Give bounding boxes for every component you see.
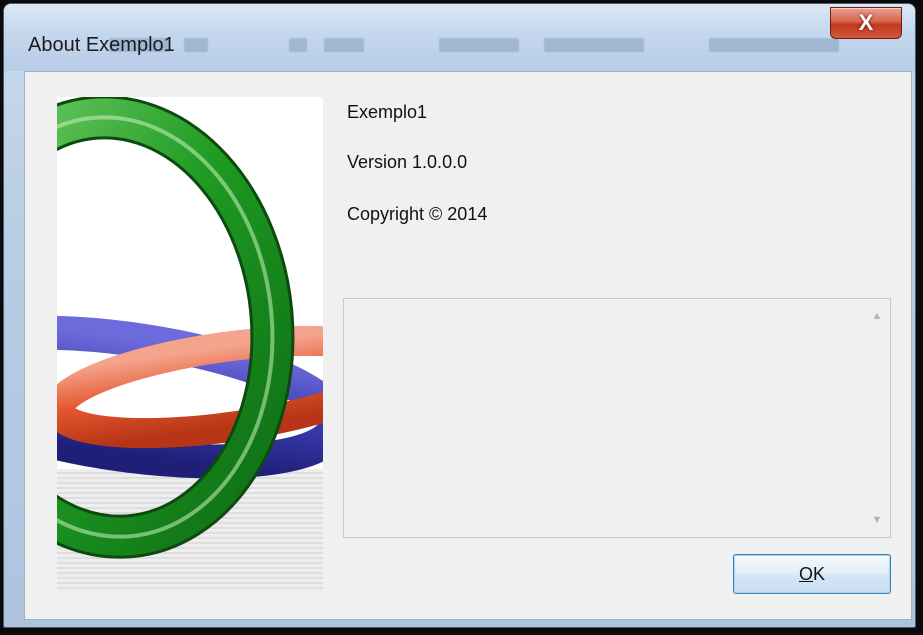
scroll-down-arrow-icon[interactable]: ▼ xyxy=(870,513,884,527)
title-bar[interactable]: About Exemplo1 X xyxy=(4,4,915,71)
logo-image xyxy=(57,97,323,593)
close-button[interactable]: X xyxy=(830,7,902,39)
ok-mnemonic: O xyxy=(798,563,813,584)
ok-button[interactable]: OK xyxy=(733,554,891,594)
dialog-body: Exemplo1 Version 1.0.0.0 Copyright © 201… xyxy=(24,71,912,620)
ok-label-rest: K xyxy=(813,563,826,584)
product-name-label: Exemplo1 xyxy=(347,102,428,122)
version-label: Version 1.0.0.0 xyxy=(347,152,468,172)
rings-logo-graphic xyxy=(57,97,323,593)
scroll-up-arrow-icon[interactable]: ▲ xyxy=(870,309,884,323)
description-textbox[interactable]: ▲ ▼ xyxy=(343,298,891,538)
window-title: About Exemplo1 xyxy=(28,34,175,56)
about-dialog-window: About Exemplo1 X Exemplo1 Version 1.0.0.… xyxy=(3,3,916,628)
copyright-label: Copyright © 2014 xyxy=(347,204,488,224)
background-toolbar-ghost xyxy=(109,32,889,62)
close-icon: X xyxy=(858,10,874,35)
